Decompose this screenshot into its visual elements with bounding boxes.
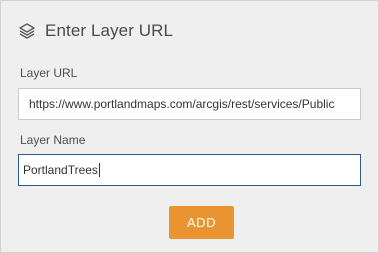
layer-url-label: Layer URL bbox=[20, 66, 78, 80]
layer-name-input[interactable]: PortlandTrees bbox=[18, 154, 361, 186]
layer-name-value: PortlandTrees bbox=[23, 163, 98, 177]
enter-layer-url-panel: Enter Layer URL Layer URL https://www.po… bbox=[0, 0, 379, 253]
layer-url-input[interactable]: https://www.portlandmaps.com/arcgis/rest… bbox=[18, 88, 361, 120]
panel-header: Enter Layer URL bbox=[18, 20, 173, 42]
layer-name-label: Layer Name bbox=[20, 133, 86, 147]
text-cursor bbox=[98, 163, 100, 177]
add-button[interactable]: ADD bbox=[169, 206, 234, 239]
layers-icon bbox=[18, 22, 36, 40]
panel-title: Enter Layer URL bbox=[45, 21, 174, 40]
layer-url-value: https://www.portlandmaps.com/arcgis/rest… bbox=[29, 97, 335, 111]
